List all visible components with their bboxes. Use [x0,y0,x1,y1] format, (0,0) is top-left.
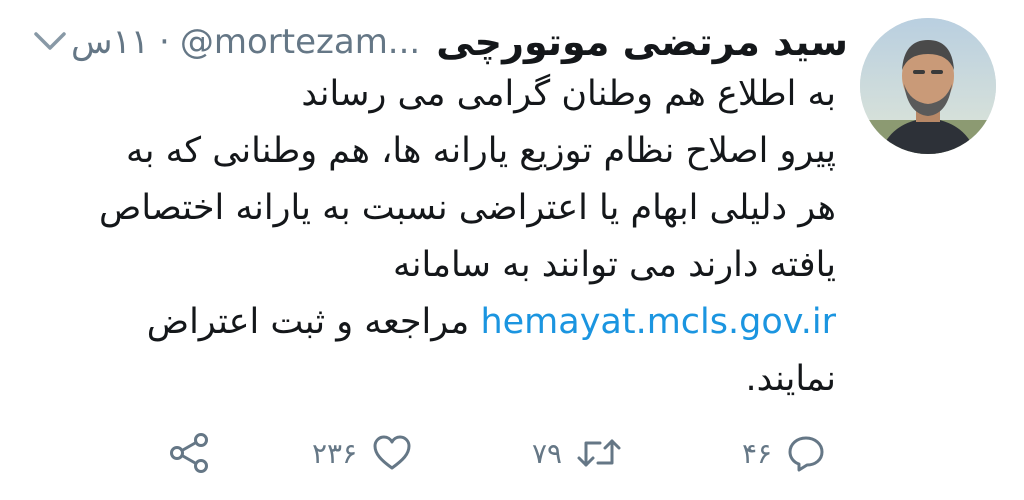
display-name[interactable]: سید مرتضی موتورچی [436,20,848,64]
timestamp[interactable]: ۱۱س [71,22,149,62]
like-count: ۲۳۶ [312,436,358,470]
share-button[interactable] [168,428,212,478]
tweet-text-line: به اطلاع هم وطنان گرامی می رساند [301,74,836,114]
tweet-text-line: هر دلیلی ابهام یا اعتراضی نسبت به یارانه… [99,188,836,228]
tweet-text-fragment: مراجعه و ثبت اعتراض [146,302,481,342]
reply-count: ۴۶ [742,436,773,470]
heart-icon [371,433,413,473]
like-button[interactable]: ۲۳۶ [312,428,413,478]
user-handle[interactable]: @mortezam... [180,22,420,62]
tweet-text-line: پیرو اصلاح نظام توزیع یارانه ها، هم وطنا… [126,131,836,171]
tweet-text-line: hemayat.mcls.gov.ir مراجعه و ثبت اعتراض [36,294,836,351]
retweet-button[interactable]: ۷۹ [532,428,622,478]
tweet-text-line: نمایند. [745,359,836,399]
tweet[interactable]: سید مرتضی موتورچی @mortezam... · ۱۱س به … [0,0,1024,500]
tweet-header: سید مرتضی موتورچی @mortezam... · ۱۱س [71,14,848,70]
avatar[interactable] [860,18,996,154]
retweet-icon [576,433,622,473]
retweet-count: ۷۹ [532,436,563,470]
share-icon [168,431,212,475]
reply-button[interactable]: ۴۶ [742,428,826,478]
tweet-text: به اطلاع هم وطنان گرامی می رساند پیرو اص… [36,66,836,408]
tweet-link[interactable]: hemayat.mcls.gov.ir [480,302,836,342]
avatar-photo [860,18,996,154]
separator-dot: · [159,22,170,62]
chevron-down-icon[interactable] [32,26,68,54]
tweet-text-line: یافته دارند می توانند به سامانه [393,245,836,285]
reply-icon [786,433,826,473]
